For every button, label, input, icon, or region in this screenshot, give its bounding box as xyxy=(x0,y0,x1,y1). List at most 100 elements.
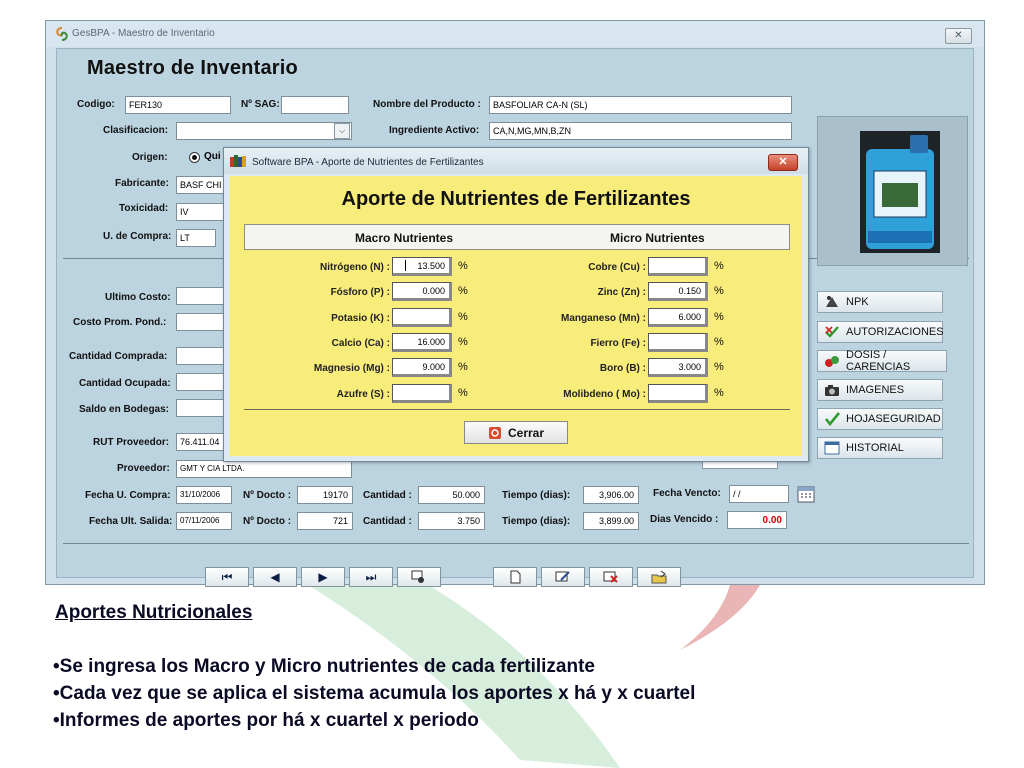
cantidad-label-1: Cantidad : xyxy=(363,490,412,501)
text-cursor xyxy=(405,260,406,271)
tiempo-field-2[interactable]: 3,899.00 xyxy=(583,512,639,530)
divider xyxy=(63,543,969,544)
hoja-seguridad-button-label: HOJASEGURIDAD xyxy=(846,413,941,425)
percent-sign: % xyxy=(714,311,724,323)
close-door-icon xyxy=(488,426,501,439)
ndocto-field-1[interactable]: 19170 xyxy=(297,486,353,504)
dialog-body: Aporte de Nutrientes de Fertilizantes Ma… xyxy=(230,176,802,456)
caption-bullet: •Se ingresa los Macro y Micro nutrientes… xyxy=(53,656,595,677)
molibdeno-field[interactable] xyxy=(648,384,708,403)
nitrogeno-field[interactable]: 13.500 xyxy=(392,257,452,276)
micro-label: Fierro (Fe) : xyxy=(590,338,646,349)
imagenes-button-label: IMAGENES xyxy=(846,384,905,396)
proveedor-field[interactable]: GMT Y CIA LTDA. xyxy=(176,460,352,478)
dialog-close-button[interactable]: ✕ xyxy=(768,154,798,171)
edit-icon xyxy=(555,571,570,582)
npk-button-label: NPK xyxy=(846,296,869,308)
dialog-heading: Aporte de Nutrientes de Fertilizantes xyxy=(341,188,691,210)
fecha-salida-label: Fecha Ult. Salida: xyxy=(89,516,173,527)
calendar-icon[interactable] xyxy=(797,485,815,503)
percent-sign: % xyxy=(714,260,724,272)
cantidad-field-1[interactable]: 50.000 xyxy=(418,486,485,504)
macro-label: Azufre (S) : xyxy=(336,389,390,400)
costo-prom-label: Costo Prom. Pond.: xyxy=(73,317,167,328)
saldo-label: Saldo en Bodegas: xyxy=(79,404,170,415)
nitrogeno-value: 13.500 xyxy=(417,261,445,271)
chevron-down-icon[interactable]: ⌵ xyxy=(334,123,350,139)
dosis-carencias-button-label: DOSIS / CARENCIAS xyxy=(846,349,911,373)
ingrediente-field[interactable]: CA,N,MG,MN,B,ZN xyxy=(489,122,792,140)
search-record-button[interactable] xyxy=(397,567,441,587)
caption-bullet: •Cada vez que se aplica el sistema acumu… xyxy=(53,683,696,704)
caption-title: Aportes Nutricionales xyxy=(55,602,253,623)
npk-button[interactable]: NPK xyxy=(817,291,943,313)
micro-label: Cobre (Cu) : xyxy=(588,262,646,273)
nsag-field[interactable] xyxy=(281,96,349,114)
magnesio-field[interactable]: 9.000 xyxy=(392,358,452,377)
cerrar-button-label: Cerrar xyxy=(507,425,545,440)
boro-field[interactable]: 3.000 xyxy=(648,358,708,377)
rut-label: RUT Proveedor: xyxy=(93,437,170,448)
manganeso-field[interactable]: 6.000 xyxy=(648,308,708,327)
percent-sign: % xyxy=(714,387,724,399)
window-close-button[interactable]: ✕ xyxy=(945,28,972,44)
product-image-frame xyxy=(817,116,968,266)
cantidad-label-2: Cantidad : xyxy=(363,516,412,527)
dosis-carencias-button[interactable]: DOSIS / CARENCIAS xyxy=(817,349,947,373)
percent-sign: % xyxy=(714,361,724,373)
next-record-button[interactable]: ▶ xyxy=(301,567,345,587)
last-record-button[interactable]: ⏭ xyxy=(349,567,393,587)
autorizaciones-button[interactable]: AUTORIZACIONES xyxy=(817,321,944,343)
ndocto-field-2[interactable]: 721 xyxy=(297,512,353,530)
nsag-label: Nº SAG: xyxy=(241,99,280,110)
potasio-field[interactable] xyxy=(392,308,452,327)
ucompra-field[interactable]: LT xyxy=(176,229,216,247)
check-cross-icon xyxy=(825,326,839,338)
codigo-field[interactable]: FER130 xyxy=(125,96,231,114)
tiempo-field-1[interactable]: 3,906.00 xyxy=(583,486,639,504)
cant-ocupada-label: Cantidad Ocupada: xyxy=(79,378,171,389)
nutrients-column-header: Macro Nutrientes Micro Nutrientes xyxy=(244,224,790,250)
checkmark-icon xyxy=(824,412,840,426)
window-title: GesBPA - Maestro de Inventario xyxy=(72,28,215,39)
dias-vencido-label: Dias Vencido : xyxy=(650,514,719,525)
origen-radio[interactable] xyxy=(189,152,200,163)
fierro-field[interactable] xyxy=(648,333,708,352)
micro-label: Manganeso (Mn) : xyxy=(561,313,646,324)
fecha-vencto-field[interactable]: / / xyxy=(729,485,789,503)
azufre-field[interactable] xyxy=(392,384,452,403)
zinc-field[interactable]: 0.150 xyxy=(648,282,708,301)
tiempo-label-1: Tiempo (dias): xyxy=(502,490,571,501)
fecha-compra-label: Fecha U. Compra: xyxy=(85,490,171,501)
calcio-field[interactable]: 16.000 xyxy=(392,333,452,352)
nombre-producto-field[interactable]: BASFOLIAR CA-N (SL) xyxy=(489,96,792,114)
cobre-field[interactable] xyxy=(648,257,708,276)
fosforo-field[interactable]: 0.000 xyxy=(392,282,452,301)
nutrients-dialog: Software BPA - Aporte de Nutrientes de F… xyxy=(223,147,809,462)
fecha-vencto-label: Fecha Vencto: xyxy=(653,488,721,499)
imagenes-button[interactable]: IMAGENES xyxy=(817,379,943,401)
hoja-seguridad-button[interactable]: HOJASEGURIDAD xyxy=(817,408,943,430)
ucompra-label: U. de Compra: xyxy=(103,231,172,242)
macro-label: Magnesio (Mg) : xyxy=(313,363,390,374)
macro-label: Nitrógeno (N) : xyxy=(320,262,390,273)
percent-sign: % xyxy=(458,361,468,373)
cantidad-field-2[interactable]: 3.750 xyxy=(418,512,485,530)
pills-icon xyxy=(825,356,839,367)
fecha-compra-field[interactable]: 31/10/2006 xyxy=(176,486,232,504)
clasificacion-select[interactable] xyxy=(176,122,352,140)
new-record-button[interactable] xyxy=(493,567,537,587)
percent-sign: % xyxy=(458,260,468,272)
codigo-label: Codigo: xyxy=(77,99,115,110)
prev-record-button[interactable]: ◀ xyxy=(253,567,297,587)
delete-record-button[interactable] xyxy=(589,567,633,587)
cerrar-button[interactable]: Cerrar xyxy=(464,421,568,444)
app-logo-icon xyxy=(56,27,68,41)
dialog-title: Software BPA - Aporte de Nutrientes de F… xyxy=(252,157,484,168)
first-record-button[interactable]: ⏮ xyxy=(205,567,249,587)
fecha-salida-field[interactable]: 07/11/2006 xyxy=(176,512,232,530)
edit-record-button[interactable] xyxy=(541,567,585,587)
proveedor-label: Proveedor: xyxy=(117,463,170,474)
export-record-button[interactable] xyxy=(637,567,681,587)
historial-button[interactable]: HISTORIAL xyxy=(817,437,943,459)
